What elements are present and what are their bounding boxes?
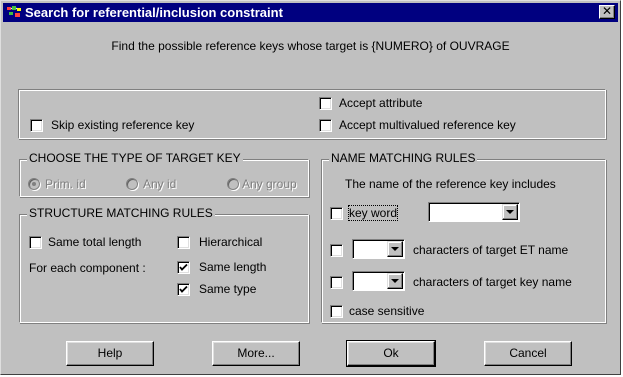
target-et-combo[interactable] [352, 239, 405, 259]
accept-attribute-label: Accept attribute [339, 96, 423, 110]
target-et-dropdown-button[interactable] [387, 241, 403, 257]
radio-any-id-label: Any id [143, 177, 177, 191]
window-title: Search for referential/inclusion constra… [25, 5, 283, 20]
target-et-label: characters of target ET name [413, 243, 569, 257]
name-matching-title: NAME MATCHING RULES [329, 151, 478, 165]
case-sensitive-label: case sensitive [349, 304, 425, 318]
structure-title: STRUCTURE MATCHING RULES [27, 206, 215, 220]
close-icon: ✕ [601, 4, 613, 18]
target-key-name-label: characters of target key name [413, 275, 572, 289]
same-total-length-label: Same total length [48, 235, 142, 249]
cancel-button[interactable]: Cancel [484, 341, 572, 366]
close-button[interactable]: ✕ [599, 5, 615, 19]
accept-multivalued-checkbox[interactable] [319, 119, 332, 132]
same-length-label: Same length [199, 260, 267, 274]
chevron-down-icon [391, 247, 399, 251]
for-each-component-label: For each component : [29, 261, 146, 275]
target-key-title: CHOOSE THE TYPE OF TARGET KEY [27, 151, 243, 165]
check-icon [179, 285, 188, 293]
more-button[interactable]: More... [212, 341, 300, 366]
target-et-checkbox[interactable] [330, 244, 343, 257]
key-word-checkbox[interactable] [330, 207, 343, 220]
radio-prim-id-label: Prim. id [45, 177, 86, 191]
key-word-dropdown-button[interactable] [502, 204, 518, 220]
target-key-name-dropdown-button[interactable] [387, 273, 403, 289]
hierarchical-label: Hierarchical [199, 235, 263, 249]
dialog-window: Search for referential/inclusion constra… [0, 0, 621, 375]
same-total-length-checkbox[interactable] [29, 236, 42, 249]
title-bar[interactable]: Search for referential/inclusion constra… [3, 3, 618, 22]
ok-button[interactable]: Ok [346, 340, 436, 367]
skip-existing-checkbox[interactable] [30, 119, 43, 132]
same-type-label: Same type [199, 282, 257, 296]
radio-any-group[interactable] [227, 178, 239, 190]
accept-multivalued-label: Accept multivalued reference key [339, 118, 516, 132]
chevron-down-icon [506, 210, 514, 214]
target-key-name-combo[interactable] [352, 271, 405, 291]
same-type-checkbox[interactable] [177, 283, 190, 296]
key-word-label: key word [347, 205, 399, 221]
check-icon [179, 263, 188, 271]
accept-attribute-checkbox[interactable] [319, 97, 332, 110]
target-key-name-checkbox[interactable] [330, 276, 343, 289]
chevron-down-icon [391, 279, 399, 283]
hierarchical-checkbox[interactable] [177, 236, 190, 249]
case-sensitive-checkbox[interactable] [330, 305, 343, 318]
key-word-combo[interactable] [428, 202, 520, 222]
radio-any-id[interactable] [126, 178, 138, 190]
name-matching-subtitle: The name of the reference key includes [345, 177, 556, 191]
skip-existing-label: Skip existing reference key [51, 118, 195, 132]
same-length-checkbox[interactable] [177, 261, 190, 274]
description-text: Find the possible reference keys whose t… [111, 39, 510, 53]
radio-selected-dot [32, 182, 36, 186]
help-button[interactable]: Help [66, 341, 154, 366]
app-icon [7, 6, 21, 17]
radio-prim-id[interactable] [28, 178, 40, 190]
radio-any-group-label: Any group [242, 177, 297, 191]
